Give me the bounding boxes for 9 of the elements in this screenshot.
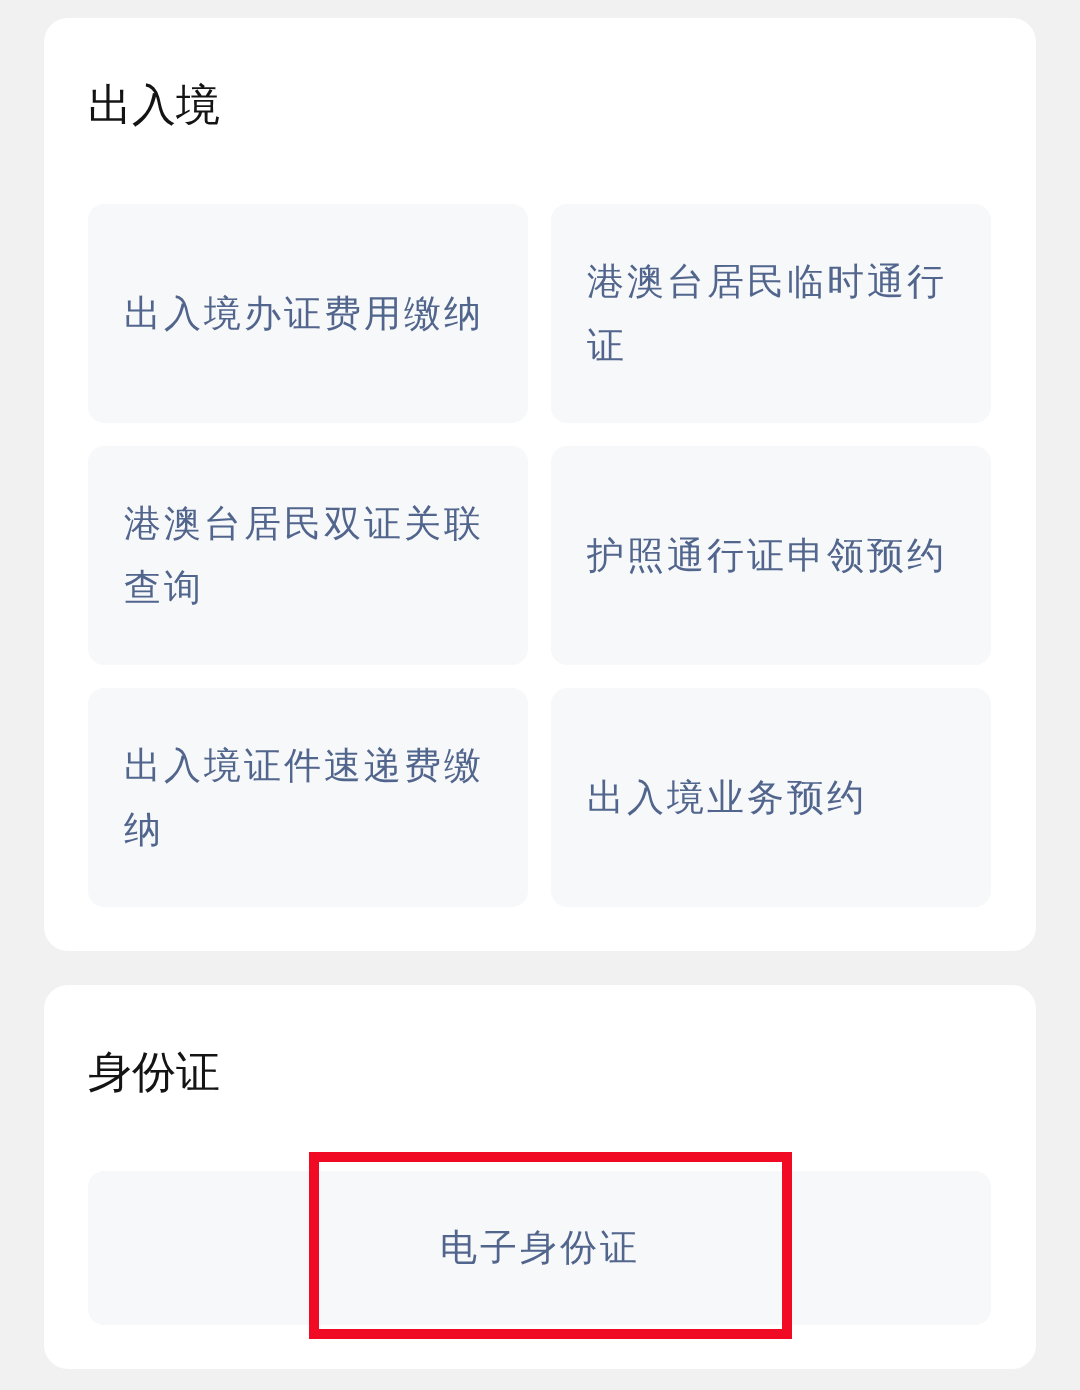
service-button[interactable]: 护照通行证申领预约 bbox=[551, 446, 991, 665]
service-button[interactable]: 电子身份证 bbox=[88, 1171, 991, 1325]
service-button[interactable]: 港澳台居民临时通行证 bbox=[551, 204, 991, 423]
service-button[interactable]: 港澳台居民双证关联查询 bbox=[88, 446, 528, 665]
section-title: 身份证 bbox=[88, 1046, 220, 1098]
service-button[interactable]: 出入境业务预约 bbox=[551, 688, 991, 907]
service-button[interactable]: 出入境证件速递费缴纳 bbox=[88, 688, 528, 907]
service-button[interactable]: 出入境办证费用缴纳 bbox=[88, 204, 528, 423]
section-title: 出入境 bbox=[88, 79, 220, 131]
